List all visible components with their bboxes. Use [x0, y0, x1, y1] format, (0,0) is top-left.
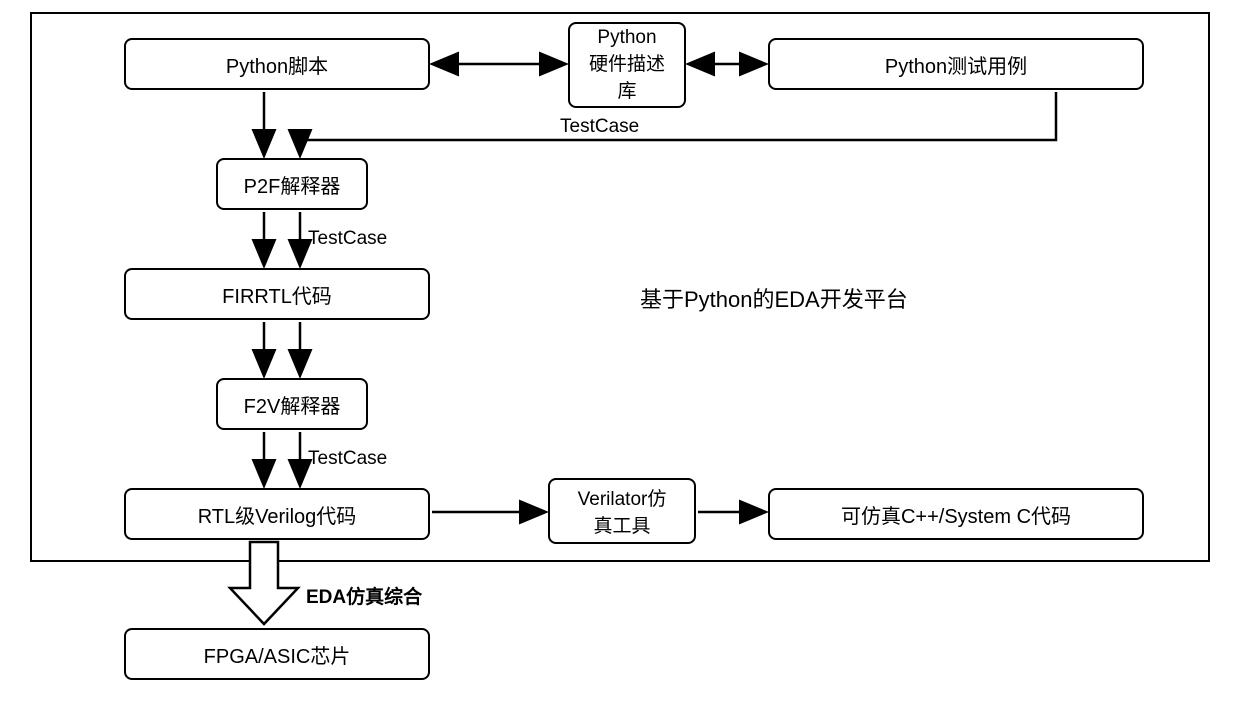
node-firrtl: FIRRTL代码	[124, 268, 430, 320]
label-testcase-3: TestCase	[308, 448, 387, 470]
node-python-script: Python脚本	[124, 38, 430, 90]
node-verilator: Verilator仿 真工具	[548, 478, 696, 544]
label-testcase-2: TestCase	[308, 228, 387, 250]
node-cpp-code: 可仿真C++/System C代码	[768, 488, 1144, 540]
label-eda: EDA仿真综合	[306, 582, 422, 609]
node-fpga: FPGA/ASIC芯片	[124, 628, 430, 680]
node-f2v: F2V解释器	[216, 378, 368, 430]
node-p2f: P2F解释器	[216, 158, 368, 210]
node-test-cases: Python测试用例	[768, 38, 1144, 90]
node-hw-lib: Python 硬件描述 库	[568, 22, 686, 108]
node-rtl-verilog: RTL级Verilog代码	[124, 488, 430, 540]
label-testcase-1: TestCase	[560, 116, 639, 138]
label-platform-title: 基于Python的EDA开发平台	[640, 282, 908, 314]
